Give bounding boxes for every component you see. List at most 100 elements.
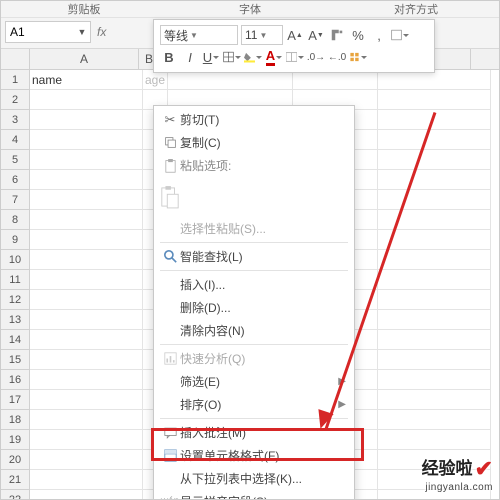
menu-paste-options-header: 粘贴选项:	[154, 154, 354, 177]
menu-cut[interactable]: ✂剪切(T)	[154, 108, 354, 131]
percent-icon[interactable]: %	[349, 26, 367, 44]
cell[interactable]	[30, 490, 143, 500]
merge-icon[interactable]	[286, 48, 304, 66]
cell[interactable]	[168, 70, 293, 90]
font-size-select[interactable]: 11▼	[241, 25, 283, 45]
cell[interactable]	[293, 70, 378, 90]
cell[interactable]	[378, 170, 491, 190]
format-painter-icon[interactable]	[328, 26, 346, 44]
cell[interactable]	[30, 170, 143, 190]
cell[interactable]	[30, 290, 143, 310]
name-box[interactable]: ▼	[5, 21, 91, 43]
row-header[interactable]: 18	[1, 410, 30, 430]
decrease-font-icon[interactable]: A▼	[307, 26, 325, 44]
row-header[interactable]: 4	[1, 130, 30, 150]
row-header[interactable]: 19	[1, 430, 30, 450]
cell[interactable]	[30, 350, 143, 370]
cell[interactable]	[378, 70, 491, 90]
font-color-icon[interactable]: A	[265, 48, 283, 66]
decrease-decimal-icon[interactable]: .0→	[307, 48, 325, 66]
menu-pick-from-list[interactable]: 从下拉列表中选择(K)...	[154, 467, 354, 490]
row-header[interactable]: 8	[1, 210, 30, 230]
name-box-input[interactable]	[6, 23, 74, 41]
row-header[interactable]: 12	[1, 290, 30, 310]
cell[interactable]: name	[30, 70, 143, 90]
cell[interactable]	[378, 370, 491, 390]
row-header[interactable]: 15	[1, 350, 30, 370]
row-header[interactable]: 6	[1, 170, 30, 190]
cell[interactable]	[30, 190, 143, 210]
row-header[interactable]: 9	[1, 230, 30, 250]
menu-filter[interactable]: 筛选(E)▶	[154, 370, 354, 393]
cell[interactable]	[30, 470, 143, 490]
cell[interactable]	[378, 270, 491, 290]
name-box-dropdown[interactable]: ▼	[74, 27, 90, 37]
cell[interactable]	[378, 290, 491, 310]
increase-decimal-icon[interactable]: ←.0	[328, 48, 346, 66]
cell[interactable]	[30, 410, 143, 430]
row-header[interactable]: 11	[1, 270, 30, 290]
menu-delete[interactable]: 删除(D)...	[154, 296, 354, 319]
cell[interactable]	[30, 330, 143, 350]
menu-smart-lookup[interactable]: 智能查找(L)	[154, 245, 354, 268]
comma-icon[interactable]: ,	[370, 26, 388, 44]
cell[interactable]	[30, 390, 143, 410]
cell[interactable]	[30, 450, 143, 470]
cell[interactable]	[30, 430, 143, 450]
cell[interactable]	[30, 250, 143, 270]
row-header[interactable]: 3	[1, 110, 30, 130]
cell-styles-icon[interactable]	[349, 48, 367, 66]
cell[interactable]	[30, 270, 143, 290]
row-header[interactable]: 5	[1, 150, 30, 170]
cell[interactable]	[378, 430, 491, 450]
menu-show-pinyin[interactable]: wén显示拼音字段(S)	[154, 490, 354, 500]
row-header[interactable]: 16	[1, 370, 30, 390]
border-icon[interactable]	[223, 48, 241, 66]
cell[interactable]	[378, 390, 491, 410]
underline-icon[interactable]: U	[202, 48, 220, 66]
cell[interactable]	[30, 150, 143, 170]
row-header[interactable]: 2	[1, 90, 30, 110]
font-family-select[interactable]: 等线▼	[160, 25, 238, 45]
increase-font-icon[interactable]: A▲	[286, 26, 304, 44]
menu-clear[interactable]: 清除内容(N)	[154, 319, 354, 342]
row-header[interactable]: 13	[1, 310, 30, 330]
cell[interactable]	[30, 370, 143, 390]
cell[interactable]	[30, 110, 143, 130]
cell[interactable]	[378, 350, 491, 370]
select-all-corner[interactable]	[1, 49, 30, 69]
col-A[interactable]: A	[30, 49, 139, 69]
row-header[interactable]: 7	[1, 190, 30, 210]
row-header[interactable]: 22	[1, 490, 30, 500]
row-header[interactable]: 10	[1, 250, 30, 270]
row-header[interactable]: 17	[1, 390, 30, 410]
italic-icon[interactable]: I	[181, 48, 199, 66]
menu-copy[interactable]: 复制(C)	[154, 131, 354, 154]
cell[interactable]	[30, 210, 143, 230]
fx-icon[interactable]: fx	[97, 25, 106, 39]
bold-icon[interactable]: B	[160, 48, 178, 66]
fill-color-icon[interactable]	[244, 48, 262, 66]
cell[interactable]	[378, 190, 491, 210]
cell[interactable]	[378, 150, 491, 170]
cell[interactable]	[30, 90, 143, 110]
paste-icon	[160, 184, 180, 210]
row-header[interactable]: 21	[1, 470, 30, 490]
menu-paste-button	[154, 177, 354, 217]
menu-insert[interactable]: 插入(I)...	[154, 273, 354, 296]
cell[interactable]	[378, 410, 491, 430]
cell[interactable]	[378, 90, 491, 110]
cell[interactable]	[378, 250, 491, 270]
cell[interactable]	[30, 130, 143, 150]
menu-format-cells[interactable]: 设置单元格格式(F)...	[154, 444, 354, 467]
row-header[interactable]: 1	[1, 70, 30, 90]
cell[interactable]	[30, 230, 143, 250]
cell[interactable]	[378, 130, 491, 150]
cell[interactable]	[378, 330, 491, 350]
cell[interactable]	[30, 310, 143, 330]
cell[interactable]: age	[143, 70, 168, 90]
row-header[interactable]: 20	[1, 450, 30, 470]
row-header[interactable]: 14	[1, 330, 30, 350]
number-format-icon[interactable]	[391, 26, 409, 44]
cell[interactable]	[378, 310, 491, 330]
